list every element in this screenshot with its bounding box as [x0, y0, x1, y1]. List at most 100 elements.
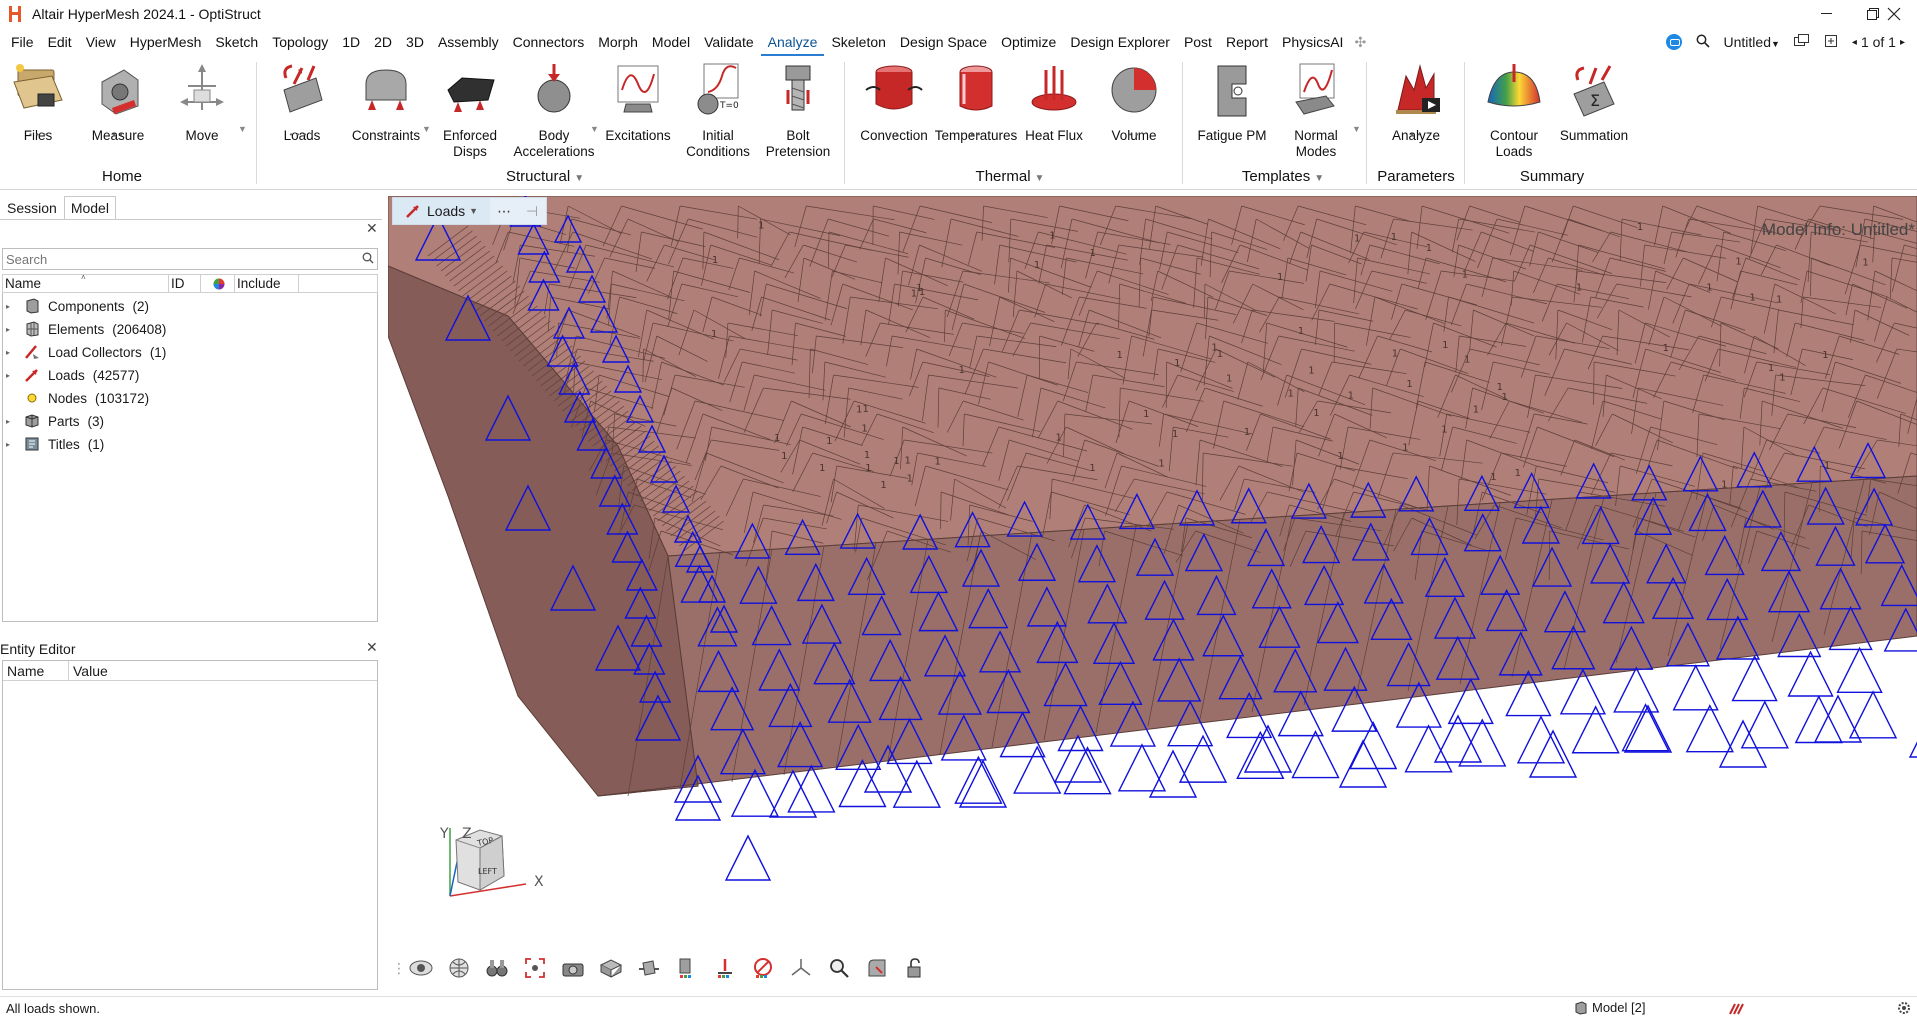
- tree-row-nodes[interactable]: Nodes (103172): [6, 387, 149, 409]
- load-display-icon[interactable]: [710, 953, 740, 983]
- summation-button[interactable]: Σ Summation: [1552, 60, 1636, 144]
- expand-icon[interactable]: ▸: [6, 440, 16, 449]
- menu-view[interactable]: View: [79, 28, 123, 56]
- page-next-icon[interactable]: ▸: [1900, 37, 1905, 48]
- entity-column-name[interactable]: Name: [3, 661, 69, 680]
- section-cut-icon[interactable]: [634, 953, 664, 983]
- page-icon[interactable]: [1824, 34, 1838, 51]
- collapse-toolbar-icon[interactable]: ⊣: [518, 203, 546, 220]
- analyze-button[interactable]: • • Analyze: [1374, 60, 1458, 144]
- group-templates[interactable]: Templates ▼: [1230, 168, 1336, 185]
- fatigue-pm-button[interactable]: Fatigue PM: [1190, 60, 1274, 144]
- menu-analyze[interactable]: Analyze: [760, 28, 825, 56]
- normal-modes-button[interactable]: Normal Modes: [1274, 60, 1358, 160]
- menu-report[interactable]: Report: [1219, 28, 1275, 56]
- search-icon[interactable]: [362, 252, 374, 267]
- tab-session[interactable]: Session: [0, 196, 64, 220]
- expand-icon[interactable]: ▸: [6, 302, 16, 311]
- globe-icon[interactable]: [444, 953, 474, 983]
- tree-row-elements[interactable]: ▸ Elements (206408): [6, 318, 166, 340]
- tree-row-load-collectors[interactable]: ▸ Load Collectors (1): [6, 341, 166, 363]
- camera-icon[interactable]: [558, 953, 588, 983]
- menu-1d[interactable]: 1D: [335, 28, 367, 56]
- tree-row-loads[interactable]: ▸ Loads (42577): [6, 364, 139, 386]
- group-thermal[interactable]: Thermal ▼: [975, 168, 1045, 185]
- menu-morph[interactable]: Morph: [591, 28, 645, 56]
- settings-icon[interactable]: [1896, 1000, 1912, 1019]
- model-status[interactable]: Model [2]: [1574, 1000, 1645, 1015]
- minimize-button[interactable]: [1804, 0, 1850, 28]
- menu-hypermesh[interactable]: HyperMesh: [123, 28, 209, 56]
- more-home-icon[interactable]: ▼: [238, 124, 247, 134]
- body-accelerations-button[interactable]: • • Body Accelerations: [512, 60, 596, 160]
- menu-design-explorer[interactable]: Design Explorer: [1063, 28, 1177, 56]
- menu-edit[interactable]: Edit: [41, 28, 79, 56]
- windows-layout-icon[interactable]: [1793, 33, 1810, 51]
- tab-model[interactable]: Model: [63, 196, 116, 220]
- menu-assembly[interactable]: Assembly: [431, 28, 506, 56]
- move-button[interactable]: Move: [160, 60, 244, 144]
- convection-button[interactable]: • • Convection: [852, 60, 936, 144]
- tree-row-parts[interactable]: ▸ Parts (3): [6, 410, 104, 432]
- entity-type-selector[interactable]: Loads ▼: [393, 198, 491, 224]
- more-templates-icon[interactable]: ▼: [1352, 124, 1361, 134]
- close-browser-icon[interactable]: ✕: [366, 220, 378, 237]
- hide-loads-icon[interactable]: [748, 953, 778, 983]
- expand-icon[interactable]: ▸: [6, 348, 16, 357]
- initial-conditions-button[interactable]: T=0 Initial Conditions: [676, 60, 760, 160]
- menu-2d[interactable]: 2D: [367, 28, 399, 56]
- menu-design-space[interactable]: Design Space: [893, 28, 994, 56]
- view-cube[interactable]: TOP LEFT Y Z X: [436, 808, 552, 908]
- component-view-icon[interactable]: [596, 953, 626, 983]
- menu-file[interactable]: File: [4, 28, 41, 56]
- measure-button[interactable]: • • Measure: [76, 60, 160, 144]
- fillet-icon[interactable]: [862, 953, 892, 983]
- axes-icon[interactable]: [786, 953, 816, 983]
- temperatures-button[interactable]: • • Temperatures: [934, 60, 1018, 144]
- loads-button[interactable]: • • • • Loads: [260, 60, 344, 144]
- fit-view-icon[interactable]: [520, 953, 550, 983]
- menu-optimize[interactable]: Optimize: [994, 28, 1063, 56]
- more-options-icon[interactable]: ⋯: [490, 203, 518, 220]
- search-icon[interactable]: [1696, 34, 1710, 51]
- menu-skeleton[interactable]: Skeleton: [824, 28, 892, 56]
- graphics-viewport[interactable]: 1111111111111111111111111111111111111111…: [388, 196, 1917, 996]
- excitations-button[interactable]: Excitations: [596, 60, 680, 144]
- expand-icon[interactable]: ▸: [6, 417, 16, 426]
- loads-status-icon[interactable]: [1728, 1000, 1744, 1019]
- files-button[interactable]: • • • Files: [0, 60, 80, 144]
- menu-post[interactable]: Post: [1177, 28, 1219, 56]
- magnifier-icon[interactable]: [824, 953, 854, 983]
- toolbar-grip[interactable]: ⋮: [392, 960, 406, 977]
- group-structural[interactable]: Structural ▼: [506, 168, 584, 185]
- expand-icon[interactable]: ▸: [6, 371, 16, 380]
- column-color[interactable]: [201, 275, 235, 292]
- tree-row-components[interactable]: ▸ Components (2): [6, 295, 149, 317]
- close-button[interactable]: [1871, 0, 1917, 28]
- menu-validate[interactable]: Validate: [697, 28, 761, 56]
- column-id[interactable]: ID: [169, 275, 201, 292]
- expand-icon[interactable]: ▸: [6, 325, 16, 334]
- menu-connectors[interactable]: Connectors: [506, 28, 592, 56]
- volume-button[interactable]: • • Volume: [1092, 60, 1176, 144]
- menu-model[interactable]: Model: [645, 28, 697, 56]
- constraints-button[interactable]: • • Constraints: [344, 60, 428, 144]
- menu-topology[interactable]: Topology: [265, 28, 335, 56]
- close-entity-editor-icon[interactable]: ✕: [366, 639, 378, 656]
- session-name-dropdown[interactable]: Untitled▼: [1724, 34, 1780, 50]
- add-ribbon-icon[interactable]: ✣: [1350, 34, 1370, 51]
- enforced-disps-button[interactable]: • • Enforced Disps: [428, 60, 512, 160]
- visualization-icon[interactable]: [406, 953, 436, 983]
- column-name[interactable]: Name ˄: [3, 273, 169, 292]
- chat-icon[interactable]: [1665, 34, 1682, 50]
- menu-3d[interactable]: 3D: [399, 28, 431, 56]
- bolt-pretension-button[interactable]: Bolt Pretension: [756, 60, 840, 160]
- heat-flux-button[interactable]: Heat Flux: [1012, 60, 1096, 144]
- page-prev-icon[interactable]: ◂: [1852, 37, 1857, 48]
- mesh-scene[interactable]: 11111111111111111111111111111 11111111111…: [388, 196, 1917, 996]
- menu-physicsai[interactable]: PhysicsAI: [1275, 28, 1350, 56]
- search-input[interactable]: [2, 248, 378, 270]
- entity-column-value[interactable]: Value: [69, 661, 377, 680]
- column-include[interactable]: Include: [235, 275, 299, 292]
- color-legend-icon[interactable]: [672, 953, 702, 983]
